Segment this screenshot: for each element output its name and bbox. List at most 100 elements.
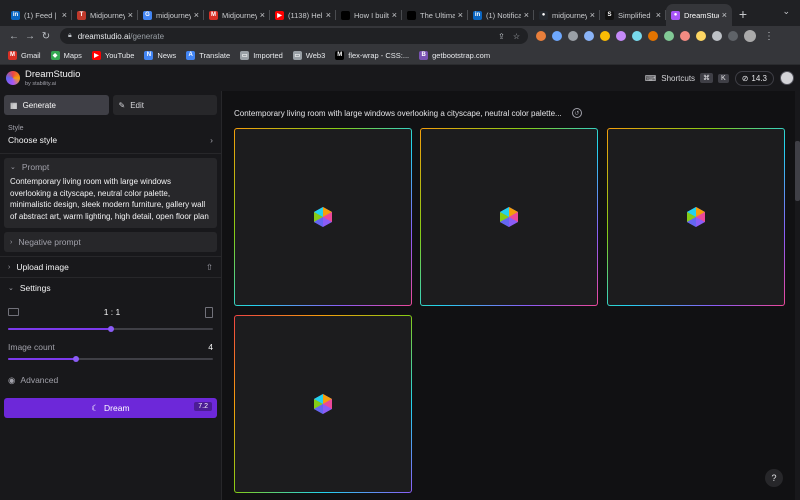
user-avatar[interactable] [780,71,794,85]
advanced-toggle[interactable]: ◉ Advanced [0,370,221,390]
bookmark-label: getbootstrap.com [432,50,491,60]
close-icon[interactable]: × [656,10,661,20]
dream-button[interactable]: ☾ Dream 7.2 [4,398,217,418]
chevron-right-icon: › [210,135,213,145]
bookmark-item[interactable]: ▶ YouTube [91,50,135,60]
chevron-down-icon: ⌄ [10,164,16,171]
upload-image-row[interactable]: › Upload image ⇧ [0,257,221,277]
new-tab-button[interactable]: + [732,6,754,22]
reuse-prompt-icon[interactable]: ↺ [571,108,582,118]
extension-icon[interactable] [600,31,610,41]
close-icon[interactable]: × [458,10,463,20]
generated-image-placeholder[interactable] [420,128,598,306]
close-icon[interactable]: × [260,10,265,20]
extension-icon[interactable] [680,31,690,41]
extension-icon[interactable] [536,31,546,41]
generated-image-placeholder[interactable] [234,315,412,493]
close-icon[interactable]: × [128,10,133,20]
aspect-ratio-row: 1 : 1 [0,302,221,322]
folder-icon: ▭ [292,50,302,60]
scrollbar-thumb[interactable] [795,141,800,201]
extension-icon[interactable] [664,31,674,41]
browser-tab[interactable]: S Simplified × [600,4,666,26]
extensions-bar [536,31,738,41]
slider-knob[interactable] [107,326,114,332]
aspect-ratio-value: 1 : 1 [103,307,121,317]
edit-tab[interactable]: ✎ Edit [112,95,217,115]
back-icon[interactable]: ← [6,31,22,42]
bookmark-item[interactable]: ▭ Web3 [292,50,325,60]
browser-tab[interactable]: ● midjourney × [534,4,600,26]
close-icon[interactable]: × [194,10,199,20]
bookmark-star-icon[interactable]: ☆ [513,32,520,41]
lock-icon: 🔒︎ [68,32,72,39]
bookmarks-bar: M Gmail ◆ Maps ▶ YouTube N News A Translate ▭ Impor… [0,46,800,65]
negative-prompt-card[interactable]: › Negative prompt [4,232,217,252]
image-count-label: Image count [8,342,55,352]
close-icon[interactable]: × [722,10,727,20]
close-icon[interactable]: × [392,10,397,20]
tab-title: Midjourney [222,10,257,20]
bookmark-item[interactable]: ◆ Maps [50,50,82,60]
close-icon[interactable]: × [62,10,67,20]
advanced-label: Advanced [20,375,59,385]
bookmark-item[interactable]: ▭ Imported [240,50,283,60]
address-bar[interactable]: 🔒︎ dreamstudio.ai/generate ⇪ ☆ [60,28,528,44]
dev-icon [341,10,350,20]
reload-icon[interactable]: ↻ [38,31,54,42]
bookmark-item[interactable]: Bgetbootstrap.com [419,50,491,60]
image-count-slider[interactable] [8,356,213,362]
credits-badge[interactable]: ⊘ 14.3 [734,70,774,86]
profile-avatar[interactable] [744,30,756,42]
extension-icon[interactable] [648,31,658,41]
close-icon[interactable]: × [326,10,331,20]
forward-icon[interactable]: → [22,31,38,42]
bookmark-item[interactable]: M Gmail [8,50,41,60]
browser-tab[interactable]: T Midjourney × [72,4,138,26]
brand: DreamStudio by stability.ai [25,69,80,87]
dreamstudio-logo[interactable] [6,71,20,85]
browser-tab[interactable]: Gmidjourney - Google× [138,4,204,26]
browser-tab[interactable]: in (1) Notifications× [468,4,534,26]
help-button[interactable]: ? [765,469,783,487]
bookmark-label: YouTube [104,50,135,60]
extension-icon[interactable] [568,31,578,41]
extension-icon[interactable] [552,31,562,41]
tab-search-icon[interactable]: ⌄ [782,6,790,17]
landscape-icon [8,308,19,316]
menu-kebab-icon[interactable]: ⋮ [764,31,774,42]
bookmark-label: News [157,50,177,60]
portrait-icon [205,306,213,318]
close-icon[interactable]: × [590,10,595,20]
bookmark-item[interactable]: Mflex-wrap - CSS:... [335,50,409,60]
generate-tab[interactable]: ▦ Generate [4,95,109,115]
browser-tab[interactable]: How I built × [336,4,402,26]
settings-header[interactable]: ⌄ Settings [0,278,221,298]
bookmark-item[interactable]: A Translate [186,50,230,60]
browser-tab[interactable]: The Ultimate× [402,4,468,26]
shortcuts-button[interactable]: ⌨ Shortcuts ⌘ K [645,73,729,83]
puzzle-icon[interactable] [712,31,722,41]
bookmark-item[interactable]: N News [144,50,177,60]
credits-value: 14.3 [751,73,767,83]
close-icon[interactable]: × [524,10,529,20]
negative-prompt-label: Negative prompt [18,237,81,247]
style-selector[interactable]: Choose style › [0,132,221,148]
browser-tab[interactable]: ● DreamStudio× [666,4,732,26]
generated-image-placeholder[interactable] [607,128,785,306]
extension-icon[interactable] [632,31,642,41]
browser-tab[interactable]: M Midjourney × [204,4,270,26]
extension-icon[interactable] [696,31,706,41]
extension-icon[interactable] [616,31,626,41]
slider-knob[interactable] [72,356,79,362]
sidebar-toggle-icon[interactable] [728,31,738,41]
prompt-textarea[interactable]: Contemporary living room with large wind… [4,176,217,228]
extension-icon[interactable] [584,31,594,41]
generated-image-placeholder[interactable] [234,128,412,306]
prompt-header[interactable]: ⌄ Prompt [4,158,217,176]
aspect-ratio-slider[interactable] [8,326,213,332]
share-icon[interactable]: ⇪ [498,32,505,41]
browser-tab[interactable]: in (1) Feed | LinkedIn× [6,4,72,26]
scrollbar-track[interactable] [795,91,800,500]
browser-tab[interactable]: ▶ (1138) Hello× [270,4,336,26]
